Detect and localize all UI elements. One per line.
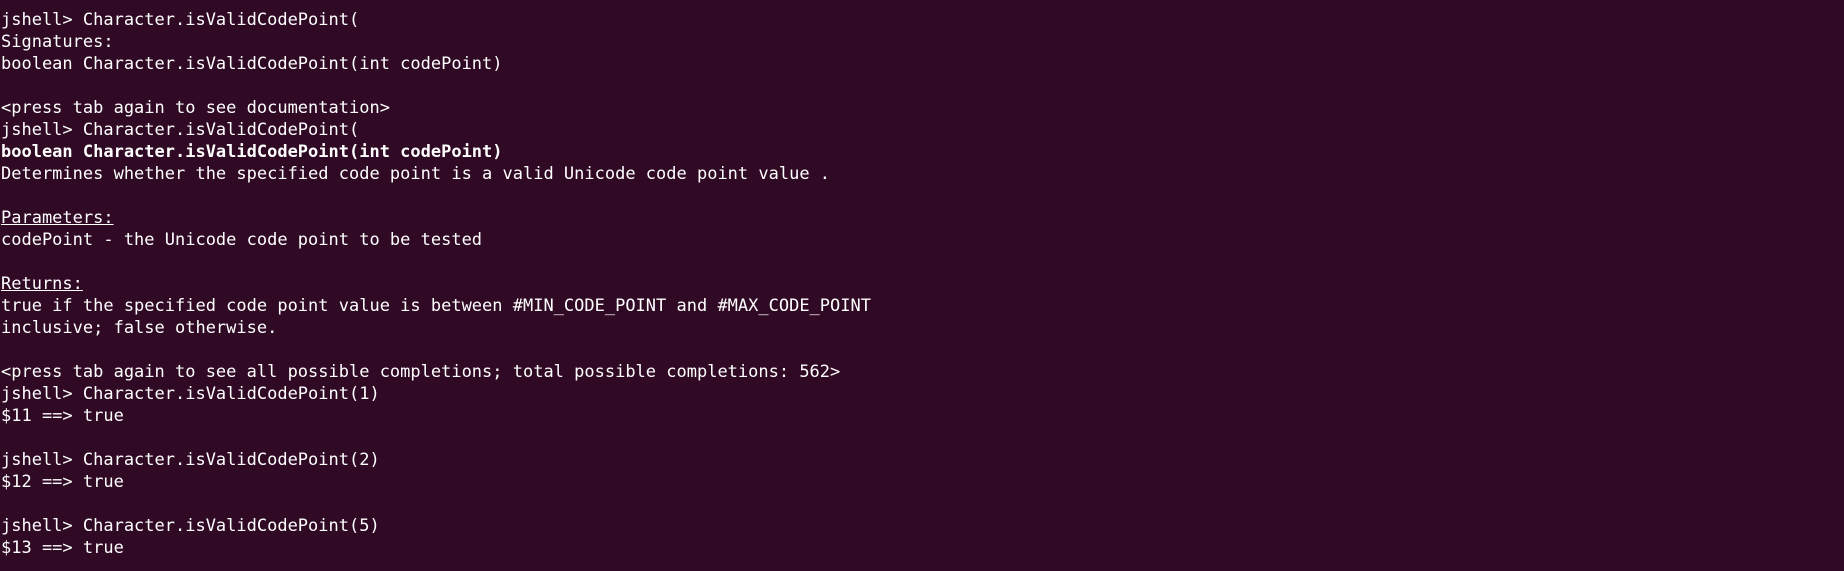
- signature-heading: boolean Character.isValidCodePoint(int c…: [1, 142, 503, 162]
- terminal-output[interactable]: jshell> Character.isValidCodePoint( Sign…: [0, 0, 1844, 571]
- output-line: boolean Character.isValidCodePoint(int c…: [1, 54, 503, 74]
- prompt-line: jshell> Character.isValidCodePoint(: [1, 120, 360, 140]
- returns-description: true if the specified code point value i…: [1, 296, 871, 316]
- prompt-line: jshell> Character.isValidCodePoint(2): [1, 450, 380, 470]
- result-line: $13 ==> true: [1, 538, 124, 558]
- hint-line: <press tab again to see all possible com…: [1, 362, 841, 382]
- result-line: $11 ==> true: [1, 406, 124, 426]
- hint-line: <press tab again to see documentation>: [1, 98, 390, 118]
- prompt-line: jshell> Character.isValidCodePoint(1): [1, 384, 380, 404]
- returns-description: inclusive; false otherwise.: [1, 318, 278, 338]
- parameters-heading: Parameters:: [1, 208, 114, 228]
- prompt-line: jshell> Character.isValidCodePoint(5): [1, 516, 380, 536]
- doc-description: Determines whether the specified code po…: [1, 164, 831, 184]
- returns-heading: Returns:: [1, 274, 83, 294]
- parameter-description: codePoint - the Unicode code point to be…: [1, 230, 483, 250]
- result-line: $12 ==> true: [1, 472, 124, 492]
- output-line: Signatures:: [1, 32, 114, 52]
- prompt-line: jshell> Character.isValidCodePoint(: [1, 10, 360, 30]
